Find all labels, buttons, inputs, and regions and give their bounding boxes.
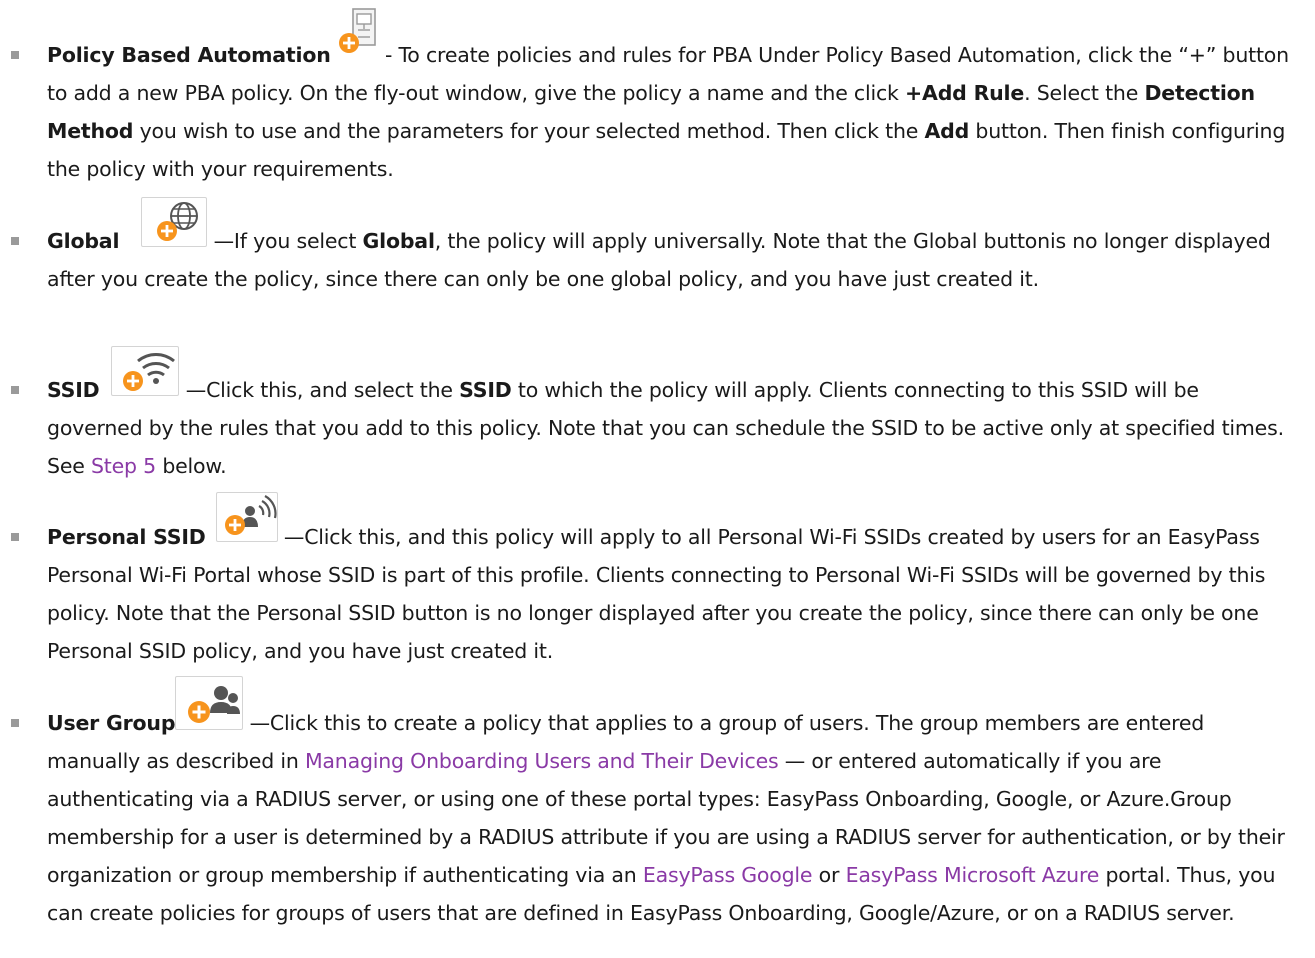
add-pba-policy-icon[interactable] — [337, 7, 379, 55]
item-title: User Group — [47, 711, 176, 735]
list-item-policy-based-automation: Policy Based Automation - To create poli… — [11, 8, 1299, 188]
item-text: you wish to use and the parameters for y… — [133, 119, 925, 143]
bullet — [11, 533, 19, 541]
add-user-group-policy-icon[interactable] — [175, 676, 244, 730]
list-item-ssid: SSID —Click this, and select the SSID to… — [11, 346, 1299, 485]
item-text: below. — [156, 454, 227, 478]
bullet — [11, 237, 19, 245]
easypass-google-link[interactable]: EasyPass Google — [643, 863, 813, 887]
easypass-microsoft-azure-link[interactable]: EasyPass Microsoft Azure — [846, 863, 1100, 887]
item-title: Personal SSID — [47, 525, 206, 549]
item-text: —Click this, and this policy will apply … — [47, 525, 1266, 663]
global-label: Global — [362, 229, 435, 253]
item-text: or — [812, 863, 846, 887]
add-rule-label: +Add Rule — [905, 81, 1025, 105]
list-item-user-group: User Group —Click this to create a polic… — [11, 676, 1299, 932]
add-label: Add — [924, 119, 970, 143]
bullet — [11, 719, 19, 727]
list-item-personal-ssid: Personal SSID —Click this, and this poli… — [11, 492, 1299, 670]
add-ssid-policy-icon[interactable] — [111, 346, 180, 396]
item-title: Global — [47, 229, 120, 253]
item-text: —If you select — [207, 229, 363, 253]
item-title: SSID — [47, 378, 100, 402]
step-5-link[interactable]: Step 5 — [91, 454, 156, 478]
item-text: —Click this, and select the — [179, 378, 460, 402]
add-global-policy-icon[interactable] — [141, 197, 208, 247]
item-title: Policy Based Automation — [47, 43, 331, 67]
managing-onboarding-users-link[interactable]: Managing Onboarding Users and Their Devi… — [305, 749, 779, 773]
add-personal-ssid-policy-icon[interactable] — [215, 492, 278, 542]
bullet — [11, 386, 19, 394]
document: Policy Based Automation - To create poli… — [0, 0, 1315, 958]
item-text: . Select the — [1024, 81, 1145, 105]
bullet — [11, 51, 19, 59]
ssid-label: SSID — [459, 378, 512, 402]
list-item-global: Global —If you select Global, the policy… — [11, 197, 1299, 298]
